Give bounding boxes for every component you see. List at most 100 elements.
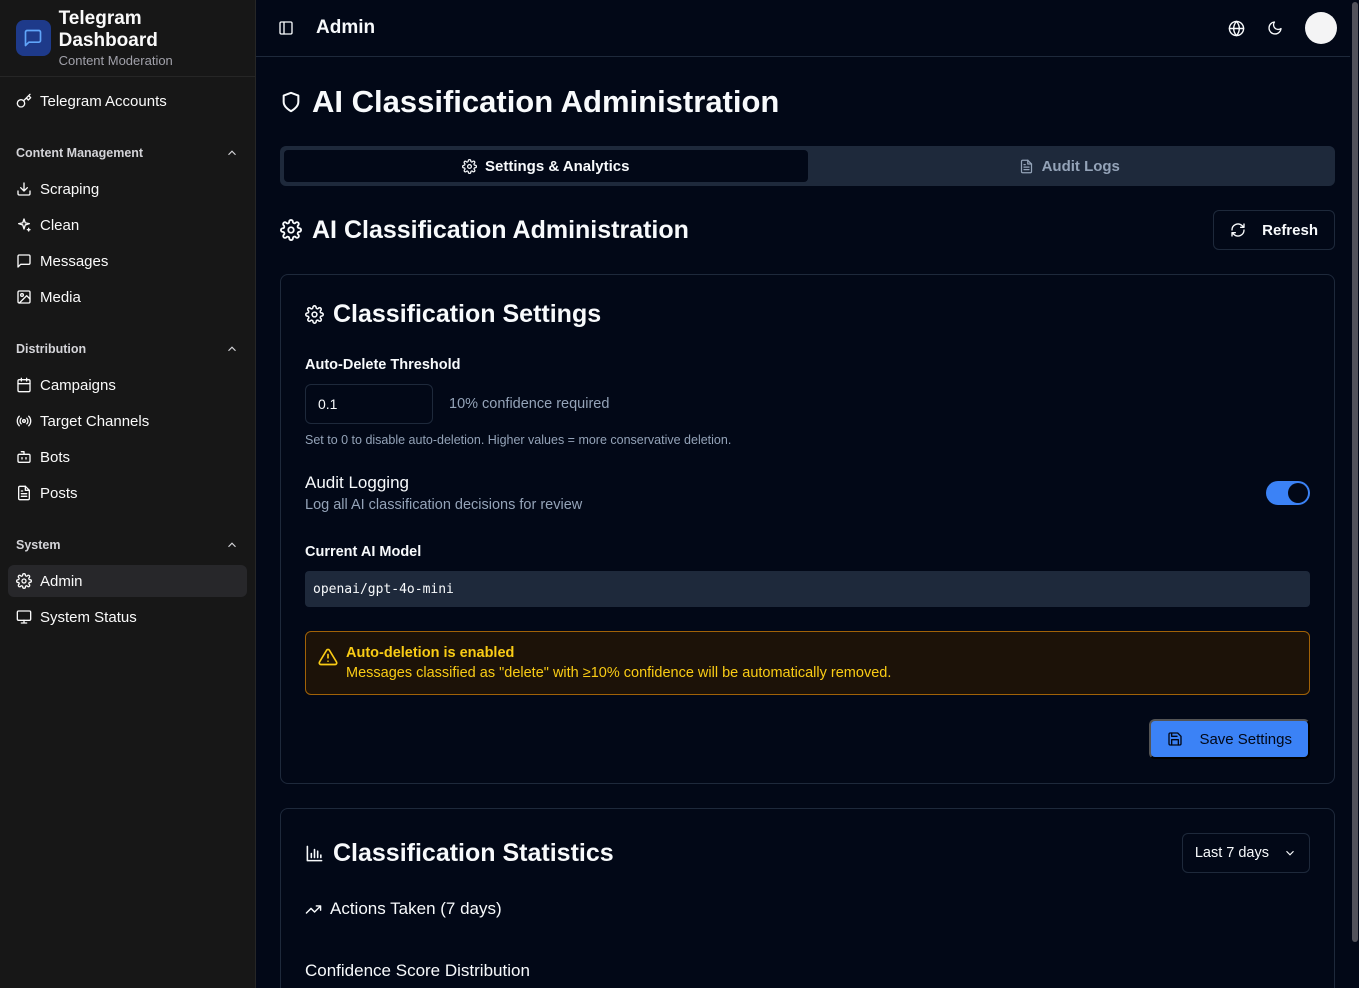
- actions-taken-heading: Actions Taken (7 days): [305, 899, 1310, 919]
- sidebar-item-clean[interactable]: Clean: [8, 209, 247, 241]
- sidebar-item-label: Posts: [40, 484, 78, 502]
- sidebar-item-label: Bots: [40, 448, 71, 466]
- sidebar-item-label: Telegram Accounts: [40, 92, 167, 110]
- group-system[interactable]: System: [8, 529, 247, 561]
- card-title-text: Classification Statistics: [333, 838, 614, 867]
- chevron-up-icon: [228, 542, 236, 548]
- topbar: Admin: [256, 0, 1359, 57]
- sidebar-item-target-channels[interactable]: Target Channels: [8, 405, 247, 437]
- stats-card: Classification Statistics Last 7 days Ac…: [280, 808, 1335, 988]
- refresh-button[interactable]: Refresh: [1213, 210, 1335, 250]
- chevron-up-icon: [228, 150, 236, 156]
- main-area: Admin AI Classification Administration S…: [256, 0, 1359, 988]
- bar-chart-icon: [306, 845, 323, 861]
- sidebar-item-media[interactable]: Media: [8, 281, 247, 313]
- audit-logging-desc: Log all AI classification decisions for …: [305, 497, 583, 513]
- threshold-hint: 10% confidence required: [449, 396, 610, 412]
- settings-icon: [305, 304, 324, 324]
- sidebar-item-admin[interactable]: Admin: [8, 565, 247, 597]
- save-label: Save Settings: [1199, 730, 1292, 748]
- period-value: Last 7 days: [1194, 845, 1269, 861]
- chevron-up-icon: [228, 346, 236, 352]
- sidebar-item-scraping[interactable]: Scraping: [8, 173, 247, 205]
- monitor-icon: [16, 610, 32, 624]
- group-content-management[interactable]: Content Management: [8, 137, 247, 169]
- sidebar-item-label: Admin: [40, 572, 83, 590]
- sidebar-item-system-status[interactable]: System Status: [8, 601, 247, 633]
- sidebar-item-label: Media: [40, 288, 81, 306]
- refresh-label: Refresh: [1262, 221, 1318, 239]
- tab-label: Settings & Analytics: [485, 157, 630, 175]
- card-title-text: Classification Settings: [333, 299, 602, 328]
- sidebar-item-label: Messages: [40, 252, 109, 270]
- sidebar-item-posts[interactable]: Posts: [8, 477, 247, 509]
- save-icon: [1168, 732, 1183, 746]
- sidebar-toggle-icon[interactable]: [278, 20, 294, 36]
- sidebar-nav: Telegram Accounts Content Management Scr…: [0, 77, 255, 645]
- sidebar-item-telegram-accounts[interactable]: Telegram Accounts: [8, 85, 247, 117]
- chevron-down-icon: [1286, 850, 1294, 856]
- threshold-input[interactable]: 0.1: [305, 384, 433, 424]
- sidebar-item-label: Clean: [40, 216, 80, 234]
- page-heading-text: AI Classification Administration: [312, 84, 780, 119]
- group-title: System: [16, 538, 61, 552]
- file-text-icon: [1020, 159, 1032, 173]
- settings-card-title: Classification Settings: [305, 299, 1310, 329]
- tab-label: Audit Logs: [1041, 157, 1120, 175]
- sidebar-item-label: Campaigns: [40, 376, 116, 394]
- save-settings-button[interactable]: Save Settings: [1149, 719, 1310, 759]
- calendar-icon: [17, 377, 31, 393]
- globe-icon[interactable]: [1228, 20, 1245, 37]
- download-icon: [17, 182, 31, 196]
- content: AI Classification Administration Setting…: [256, 82, 1359, 988]
- section-header: AI Classification Administration Refresh: [280, 210, 1335, 250]
- shield-icon: [282, 91, 300, 113]
- model-label: Current AI Model: [305, 544, 422, 560]
- scrollbar[interactable]: [1350, 0, 1359, 988]
- sidebar-item-label: System Status: [40, 608, 137, 626]
- actions-taken-title: Actions Taken (7 days): [330, 899, 502, 918]
- group-title: Content Management: [16, 146, 144, 160]
- alert-triangle-icon: [318, 648, 338, 666]
- settings-icon: [462, 158, 477, 174]
- sidebar-item-label: Target Channels: [40, 412, 150, 430]
- section-title: AI Classification Administration: [312, 215, 689, 244]
- refresh-icon: [1231, 223, 1245, 237]
- radio-icon: [16, 415, 32, 427]
- brand-subtitle: Content Moderation: [58, 52, 173, 68]
- tab-settings-analytics[interactable]: Settings & Analytics: [284, 150, 808, 182]
- image-icon: [17, 290, 31, 304]
- audit-logging-row: Audit Logging Log all AI classification …: [305, 473, 1310, 513]
- message-square-icon: [16, 20, 51, 56]
- audit-logging-title: Audit Logging: [305, 473, 409, 492]
- brand[interactable]: Telegram Dashboard Content Moderation: [0, 0, 255, 77]
- threshold-help: Set to 0 to disable auto-deletion. Highe…: [305, 433, 732, 447]
- sparkles-icon: [18, 218, 31, 232]
- sidebar-item-label: Scraping: [40, 180, 100, 198]
- trending-up-icon: [305, 904, 322, 914]
- audit-logging-toggle[interactable]: [1266, 481, 1310, 505]
- period-select[interactable]: Last 7 days: [1181, 833, 1310, 873]
- moon-icon[interactable]: [1267, 20, 1283, 36]
- sidebar: Telegram Dashboard Content Moderation Te…: [0, 0, 256, 988]
- message-square-icon: [17, 254, 31, 268]
- auto-delete-alert: Auto-deletion is enabled Messages classi…: [305, 631, 1310, 695]
- sidebar-item-messages[interactable]: Messages: [8, 245, 247, 277]
- tabs: Settings & Analytics Audit Logs: [280, 146, 1335, 186]
- stats-card-title: Classification Statistics: [305, 838, 614, 868]
- settings-icon: [280, 219, 302, 241]
- group-title: Distribution: [16, 342, 87, 356]
- settings-card: Classification Settings Auto-Delete Thre…: [280, 274, 1335, 784]
- brand-title: Telegram Dashboard: [58, 7, 158, 51]
- tab-audit-logs[interactable]: Audit Logs: [808, 150, 1332, 182]
- bot-icon: [17, 451, 31, 463]
- sidebar-item-bots[interactable]: Bots: [8, 441, 247, 473]
- group-distribution[interactable]: Distribution: [8, 333, 247, 365]
- avatar[interactable]: [1305, 12, 1337, 44]
- confidence-distribution-title: Confidence Score Distribution: [305, 961, 530, 980]
- file-text-icon: [18, 485, 30, 501]
- sidebar-item-campaigns[interactable]: Campaigns: [8, 369, 247, 401]
- page-title: Admin: [316, 17, 376, 38]
- settings-icon: [16, 573, 32, 589]
- key-icon: [16, 93, 32, 108]
